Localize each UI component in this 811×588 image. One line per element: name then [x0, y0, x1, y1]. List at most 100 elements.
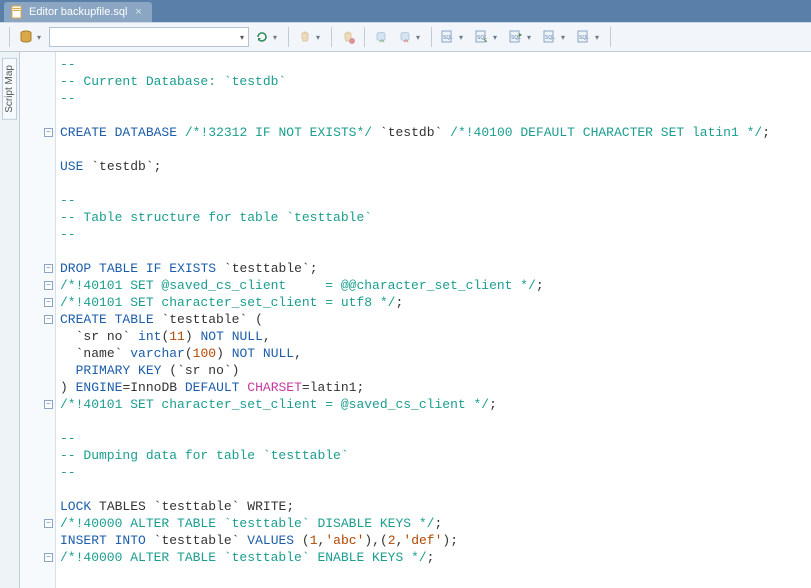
tab-editor-file[interactable]: Editor backupfile.sql ×: [4, 2, 152, 22]
chevron-down-icon: ▾: [238, 33, 246, 42]
code-line[interactable]: `name` varchar(100) NOT NULL,: [60, 345, 811, 362]
gutter-line: −: [20, 515, 55, 532]
chevron-down-icon[interactable]: ▾: [527, 33, 535, 42]
code-line[interactable]: /*!40000 ALTER TABLE `testtable` ENABLE …: [60, 549, 811, 566]
gutter-line: −: [20, 294, 55, 311]
sql-file-icon: [10, 5, 24, 19]
editor[interactable]: −−−−−−−− ---- Current Database: `testdb`…: [20, 52, 811, 588]
sidebar: Script Map: [0, 52, 20, 588]
svg-text:SQL: SQL: [443, 35, 453, 41]
code-line[interactable]: --: [60, 192, 811, 209]
code-line[interactable]: [60, 175, 811, 192]
sql-run-icon[interactable]: SQL: [505, 26, 527, 48]
connection-select[interactable]: ▾: [49, 27, 249, 47]
chevron-down-icon[interactable]: ▾: [316, 33, 324, 42]
code-line[interactable]: [60, 481, 811, 498]
sidebar-tab-scriptmap[interactable]: Script Map: [2, 58, 17, 120]
gutter-line: −: [20, 124, 55, 141]
sql-paste-icon[interactable]: SQL: [471, 26, 493, 48]
code-line[interactable]: `sr no` int(11) NOT NULL,: [60, 328, 811, 345]
gutter-line: [20, 532, 55, 549]
code-line[interactable]: --: [60, 464, 811, 481]
code-line[interactable]: [60, 413, 811, 430]
svg-text:SQL: SQL: [545, 35, 555, 41]
gutter-line: [20, 192, 55, 209]
sql-copy-icon[interactable]: SQL: [437, 26, 459, 48]
tab-title: Editor backupfile.sql: [29, 6, 127, 18]
chevron-down-icon[interactable]: ▾: [273, 33, 281, 42]
refresh-icon[interactable]: [251, 26, 273, 48]
gutter-line: −: [20, 396, 55, 413]
gutter-line: [20, 447, 55, 464]
code-line[interactable]: --: [60, 430, 811, 447]
sql-new-icon[interactable]: SQL: [573, 26, 595, 48]
gutter-line: [20, 209, 55, 226]
code-line[interactable]: LOCK TABLES `testtable` WRITE;: [60, 498, 811, 515]
code-line[interactable]: [60, 243, 811, 260]
code-line[interactable]: /*!40101 SET character_set_client = utf8…: [60, 294, 811, 311]
code-line[interactable]: /*!40000 ALTER TABLE `testtable` DISABLE…: [60, 515, 811, 532]
chevron-down-icon[interactable]: ▾: [595, 33, 603, 42]
gutter-line: [20, 481, 55, 498]
code-area[interactable]: ---- Current Database: `testdb`-- CREATE…: [56, 52, 811, 588]
gutter-line: −: [20, 549, 55, 566]
gutter-line: [20, 90, 55, 107]
close-icon[interactable]: ×: [132, 6, 144, 18]
chevron-down-icon[interactable]: ▾: [493, 33, 501, 42]
fold-icon[interactable]: −: [44, 128, 53, 137]
code-line[interactable]: [60, 141, 811, 158]
code-line[interactable]: INSERT INTO `testtable` VALUES (1,'abc')…: [60, 532, 811, 549]
code-line[interactable]: /*!40101 SET character_set_client = @sav…: [60, 396, 811, 413]
toolbar: ▾ ▾ ▾ ▾ ▾ SQL ▾ SQL ▾ SQL ▾ SQL ▾ SQL ▾: [0, 22, 811, 52]
rollback-icon: [394, 26, 416, 48]
gutter-line: [20, 328, 55, 345]
gutter-line: [20, 141, 55, 158]
code-line[interactable]: USE `testdb`;: [60, 158, 811, 175]
tab-bar: Editor backupfile.sql ×: [0, 0, 811, 22]
hand-stop-icon: [337, 26, 359, 48]
commit-icon: [370, 26, 392, 48]
content-area: Script Map −−−−−−−− ---- Current Databas…: [0, 52, 811, 588]
fold-icon[interactable]: −: [44, 315, 53, 324]
gutter-line: [20, 345, 55, 362]
code-line[interactable]: CREATE TABLE `testtable` (: [60, 311, 811, 328]
code-line[interactable]: -- Current Database: `testdb`: [60, 73, 811, 90]
svg-text:SQL: SQL: [579, 35, 589, 41]
chevron-down-icon[interactable]: ▾: [459, 33, 467, 42]
code-line[interactable]: DROP TABLE IF EXISTS `testtable`;: [60, 260, 811, 277]
gutter-line: −: [20, 311, 55, 328]
gutter-line: [20, 243, 55, 260]
code-line[interactable]: --: [60, 90, 811, 107]
gutter-line: [20, 226, 55, 243]
code-line[interactable]: /*!40101 SET @saved_cs_client = @@charac…: [60, 277, 811, 294]
code-line[interactable]: --: [60, 226, 811, 243]
gutter-line: [20, 498, 55, 515]
fold-icon[interactable]: −: [44, 298, 53, 307]
code-line[interactable]: CREATE DATABASE /*!32312 IF NOT EXISTS*/…: [60, 124, 811, 141]
gutter-line: −: [20, 260, 55, 277]
chevron-down-icon[interactable]: ▾: [416, 33, 424, 42]
fold-icon[interactable]: −: [44, 400, 53, 409]
fold-icon[interactable]: −: [44, 519, 53, 528]
code-line[interactable]: -- Table structure for table `testtable`: [60, 209, 811, 226]
gutter-line: [20, 464, 55, 481]
fold-icon[interactable]: −: [44, 281, 53, 290]
code-line[interactable]: --: [60, 56, 811, 73]
gutter-line: [20, 73, 55, 90]
chevron-down-icon[interactable]: ▾: [561, 33, 569, 42]
code-line[interactable]: [60, 107, 811, 124]
fold-icon[interactable]: −: [44, 264, 53, 273]
gutter-line: −: [20, 277, 55, 294]
gutter-line: [20, 107, 55, 124]
code-line[interactable]: ) ENGINE=InnoDB DEFAULT CHARSET=latin1;: [60, 379, 811, 396]
db-icon[interactable]: [15, 26, 37, 48]
fold-icon[interactable]: −: [44, 553, 53, 562]
hand-icon: [294, 26, 316, 48]
code-line[interactable]: -- Dumping data for table `testtable`: [60, 447, 811, 464]
sql-export-icon[interactable]: SQL: [539, 26, 561, 48]
code-line[interactable]: PRIMARY KEY (`sr no`): [60, 362, 811, 379]
gutter-line: [20, 158, 55, 175]
gutter-line: [20, 430, 55, 447]
gutter-line: [20, 56, 55, 73]
chevron-down-icon[interactable]: ▾: [37, 33, 45, 42]
